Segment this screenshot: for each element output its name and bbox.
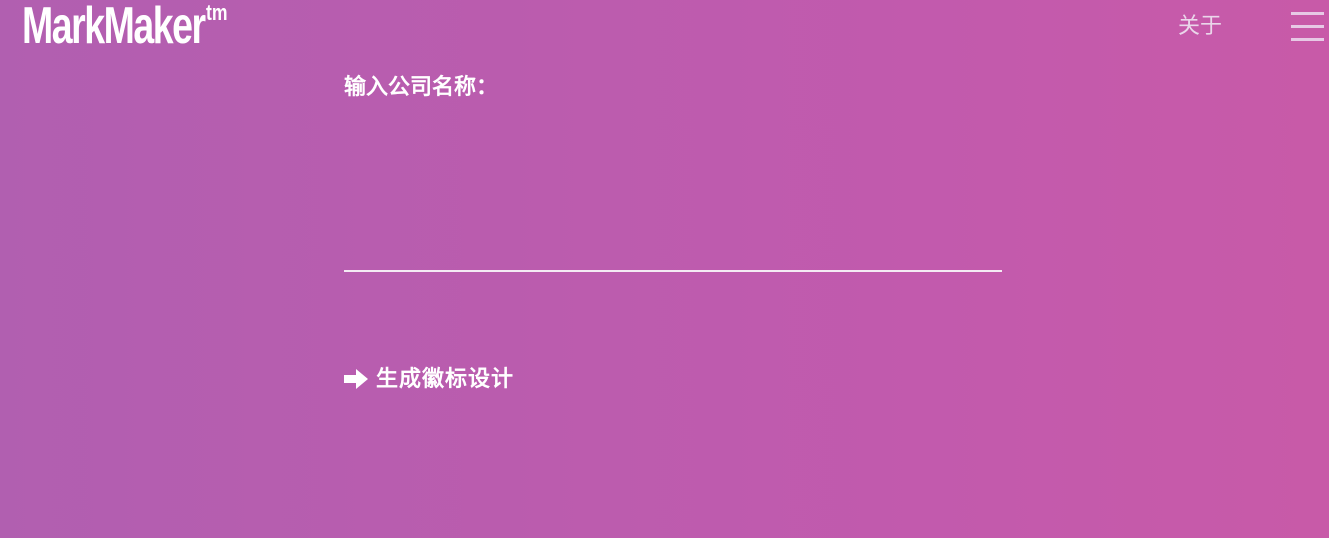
logo[interactable]: MarkMaker tm — [22, 0, 228, 55]
logo-text: MarkMaker — [22, 0, 206, 55]
arrow-right-icon — [344, 369, 368, 389]
company-form: 输入公司名称： 生成徽标设计 — [344, 70, 1004, 392]
generate-logo-button[interactable]: 生成徽标设计 — [344, 362, 514, 396]
about-link[interactable]: 关于 — [1178, 12, 1222, 42]
menu-button[interactable] — [1291, 12, 1325, 42]
company-name-input[interactable] — [344, 230, 1002, 272]
company-name-label: 输入公司名称： — [344, 74, 499, 100]
logo-trademark: tm — [206, 0, 228, 25]
generate-logo-label: 生成徽标设计 — [376, 366, 515, 392]
